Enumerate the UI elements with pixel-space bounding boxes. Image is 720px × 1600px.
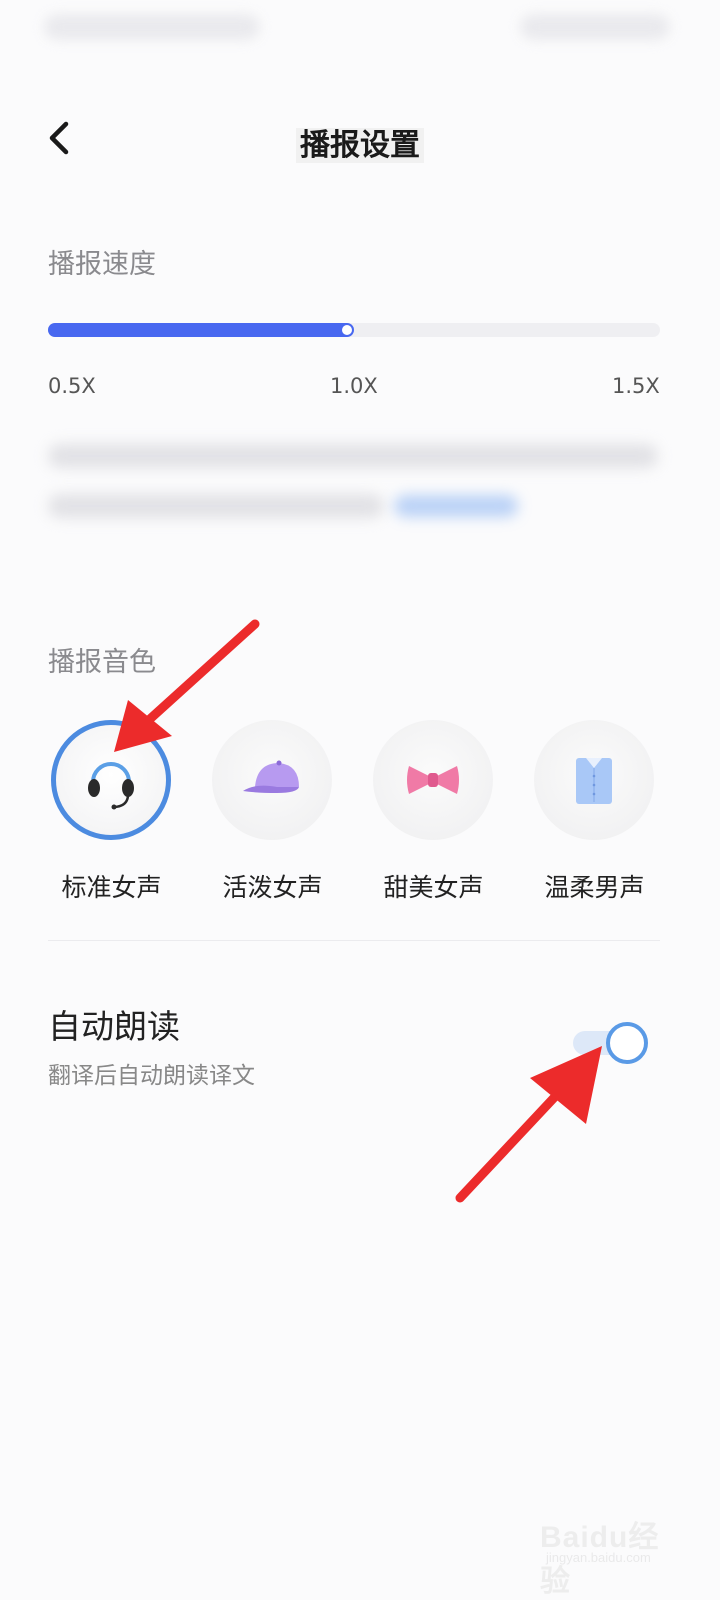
voice-section-label: 播报音色 — [48, 647, 156, 678]
speed-mid-label: 1.0X — [330, 374, 378, 398]
auto-read-title: 自动朗读 — [48, 1007, 180, 1046]
auto-read-toggle-thumb — [606, 1022, 648, 1064]
voice-option-sweet-female[interactable]: 甜美女声 — [353, 718, 514, 908]
voice-option-circle — [373, 720, 493, 840]
blurred-preview-link — [394, 495, 518, 517]
blurred-preview-line — [48, 444, 658, 468]
red-arrow-to-toggle — [455, 1046, 602, 1203]
shirt-icon — [576, 758, 612, 804]
speed-slider[interactable] — [48, 321, 660, 339]
voice-option-gentle-male[interactable]: 温柔男声 — [514, 718, 675, 908]
auto-read-subtitle: 翻译后自动朗读译文 — [48, 1063, 255, 1089]
voice-option-lively-female[interactable]: 活泼女声 — [192, 718, 353, 908]
speed-min-label: 0.5X — [48, 374, 96, 398]
status-bar-left-blur — [44, 14, 260, 40]
auto-read-toggle[interactable] — [573, 1020, 655, 1066]
voice-option-label: 温柔男声 — [544, 873, 645, 902]
speed-section-label: 播报速度 — [48, 249, 156, 280]
speed-slider-thumb[interactable] — [342, 325, 352, 335]
voice-option-circle — [51, 720, 171, 840]
cap-icon — [243, 760, 299, 793]
page-title-text: 播报设置 — [296, 128, 424, 163]
header: 播报设置 — [0, 100, 720, 180]
headset-icon — [88, 762, 134, 810]
speed-max-label: 1.5X — [612, 374, 660, 398]
voice-option-label: 活泼女声 — [222, 873, 323, 902]
voice-option-circle — [212, 720, 332, 840]
voice-option-circle — [534, 720, 654, 840]
speed-slider-fill — [48, 323, 354, 337]
blurred-preview-line — [48, 494, 384, 518]
voice-option-standard-female[interactable]: 标准女声 — [31, 718, 192, 908]
page-title: 播报设置 — [0, 120, 720, 164]
voice-option-label: 标准女声 — [61, 873, 162, 902]
watermark-url: jingyan.baidu.com — [546, 1550, 651, 1565]
section-divider — [48, 940, 660, 941]
watermark: Baidu经验 jingyan.baidu.com — [540, 1506, 690, 1598]
voice-option-label: 甜美女声 — [383, 873, 484, 902]
status-bar — [0, 0, 720, 60]
status-bar-right-blur — [520, 14, 670, 40]
bow-tie-icon — [407, 766, 459, 794]
